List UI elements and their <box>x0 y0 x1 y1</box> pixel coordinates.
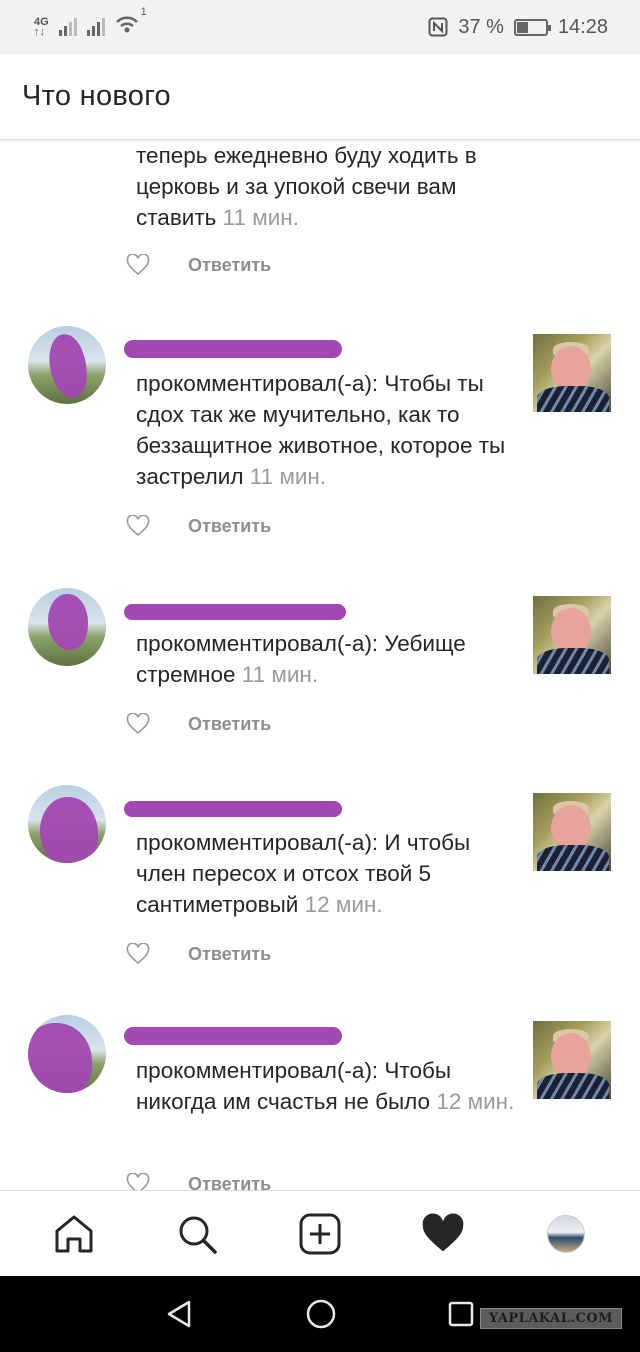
signal-icon-2 <box>86 18 105 36</box>
nav-search[interactable] <box>171 1208 223 1260</box>
recents-square-icon[interactable] <box>447 1300 475 1328</box>
heart-icon[interactable] <box>126 515 150 537</box>
heart-icon[interactable] <box>126 713 150 735</box>
reply-button[interactable]: Ответить <box>188 714 271 735</box>
avatar[interactable] <box>28 326 106 404</box>
comment-actions: Ответить <box>126 254 271 276</box>
comment-text: прокомментировал(-а): И чтобы член перес… <box>136 830 471 917</box>
heart-icon[interactable] <box>126 943 150 965</box>
heart-icon[interactable] <box>126 1173 150 1190</box>
comment-text: прокомментировал(-а): Чтобы никогда им с… <box>136 1058 452 1114</box>
comment-actions: Ответить <box>126 713 271 735</box>
home-circle-icon[interactable] <box>305 1298 337 1330</box>
post-thumbnail[interactable] <box>533 596 611 674</box>
comment-text: теперь ежедневно буду ходить в церковь и… <box>136 143 477 230</box>
watermark: YAPLAKAL.COM <box>479 1308 622 1329</box>
bottom-nav <box>0 1190 640 1276</box>
signal-icon <box>58 18 77 36</box>
activity-item[interactable]: прокомментировал(-а): Чтобы никогда им с… <box>0 1015 640 1190</box>
post-thumbnail[interactable] <box>533 1021 611 1099</box>
reply-button[interactable]: Ответить <box>188 255 271 276</box>
comment-time: 11 мин. <box>222 205 299 230</box>
comment-text-wrap: прокомментировал(-а): Чтобы никогда им с… <box>136 1055 516 1117</box>
nfc-icon <box>428 17 448 37</box>
redacted-username <box>124 801 342 817</box>
nav-home[interactable] <box>48 1208 100 1260</box>
nav-profile[interactable] <box>540 1208 592 1260</box>
page-title: Что нового <box>22 80 171 112</box>
wifi-icon: 1 <box>115 6 147 40</box>
redacted-username <box>124 1027 342 1045</box>
comment-actions: Ответить <box>126 1173 271 1190</box>
redacted-username <box>124 604 346 620</box>
nav-new-post[interactable] <box>294 1208 346 1260</box>
battery-icon <box>513 18 551 36</box>
status-left: 4G ↑↓ 1 <box>34 6 147 40</box>
activity-item[interactable]: прокомментировал(-а): И чтобы член перес… <box>0 785 640 995</box>
comment-time: 11 мин. <box>249 464 327 489</box>
home-icon <box>55 1215 93 1252</box>
status-right: 37 % 14:28 <box>428 16 608 39</box>
reply-button[interactable]: Ответить <box>188 944 271 965</box>
comment-text-wrap: прокомментировал(-а): Чтобы ты сдох так … <box>136 368 516 492</box>
search-icon <box>179 1216 217 1254</box>
activity-item[interactable]: теперь ежедневно буду ходить в церковь и… <box>0 140 640 290</box>
comment-actions: Ответить <box>126 515 271 537</box>
activity-item[interactable]: прокомментировал(-а): Уебище стремное 11… <box>0 588 640 768</box>
network-activity-label: ↑↓ <box>34 26 45 38</box>
wifi-badge: 1 <box>140 6 147 18</box>
clock: 14:28 <box>557 15 608 38</box>
comment-time: 12 мин. <box>436 1089 515 1114</box>
back-icon[interactable] <box>165 1299 195 1329</box>
comment-time: 11 мин. <box>241 662 319 687</box>
add-post-icon <box>299 1213 341 1254</box>
profile-avatar <box>547 1214 586 1253</box>
comment-actions: Ответить <box>126 943 271 965</box>
comment-text-wrap: теперь ежедневно буду ходить в церковь и… <box>136 140 516 233</box>
activity-heart-icon <box>422 1212 464 1251</box>
activity-feed[interactable]: теперь ежедневно буду ходить в церковь и… <box>0 140 640 1190</box>
avatar[interactable] <box>28 1015 106 1093</box>
post-thumbnail[interactable] <box>533 334 611 412</box>
activity-item[interactable]: прокомментировал(-а): Чтобы ты сдох так … <box>0 326 640 566</box>
comment-time: 12 мин. <box>304 892 383 917</box>
comment-text-wrap: прокомментировал(-а): И чтобы член перес… <box>136 827 516 920</box>
avatar[interactable] <box>28 785 106 863</box>
status-bar: 4G ↑↓ 1 37 % 14:28 <box>0 0 640 54</box>
comment-text-wrap: прокомментировал(-а): Уебище стремное 11… <box>136 628 516 690</box>
battery-percent: 37 % <box>458 15 504 38</box>
avatar[interactable] <box>28 588 106 666</box>
reply-button[interactable]: Ответить <box>188 516 271 537</box>
header: Что нового <box>0 54 640 140</box>
heart-icon[interactable] <box>126 254 150 276</box>
network-type-icon: 4G ↑↓ <box>34 17 49 38</box>
redacted-username <box>124 340 342 358</box>
reply-button[interactable]: Ответить <box>188 1174 271 1191</box>
nav-activity[interactable] <box>417 1208 469 1260</box>
post-thumbnail[interactable] <box>533 793 611 871</box>
